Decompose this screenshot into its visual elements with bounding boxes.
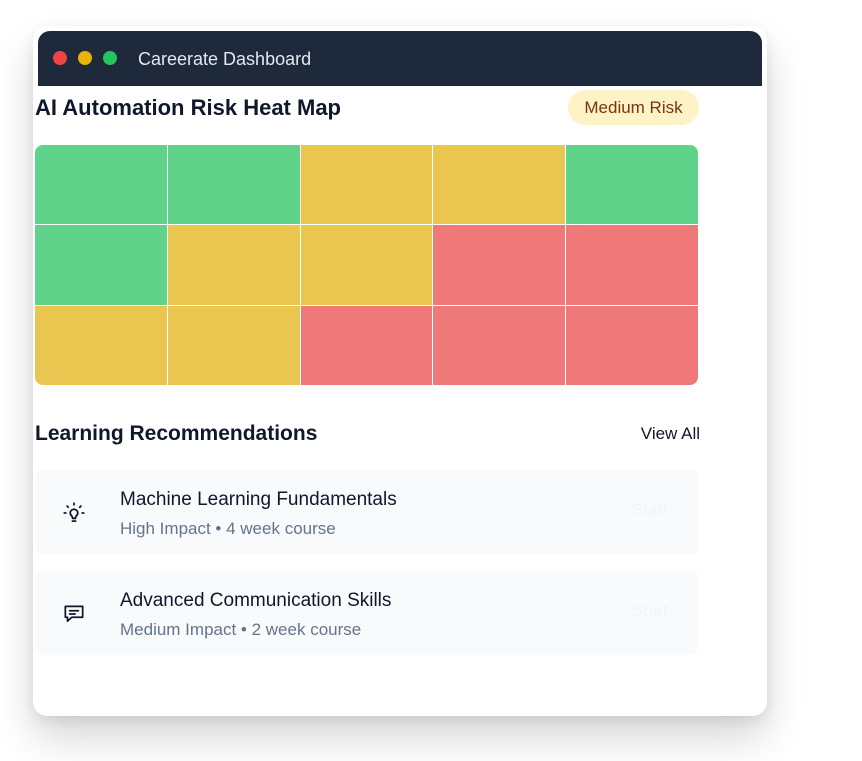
course-meta: Medium Impact • 2 week course (120, 620, 362, 639)
heatmap-cell-medium (433, 145, 566, 225)
heatmap-cell-high (566, 225, 698, 305)
view-all-link[interactable]: View All (620, 422, 700, 446)
recommendation-card[interactable]: Machine Learning Fundamentals High Impac… (35, 470, 698, 554)
title-bar: Careerate Dashboard (38, 31, 762, 86)
recommendations-title: Learning Recommendations (35, 422, 318, 445)
heatmap-cell-low (35, 145, 167, 225)
heatmap-cell-medium (300, 145, 433, 225)
course-meta: High Impact • 4 week course (120, 519, 336, 538)
heatmap-cell-low (566, 145, 698, 225)
heatmap-title: AI Automation Risk Heat Map (35, 95, 341, 120)
start-course-button[interactable]: Start (632, 601, 668, 621)
heatmap-cell-medium (35, 305, 167, 385)
maximize-window-button[interactable] (103, 51, 117, 65)
heatmap-cell-high (566, 305, 698, 385)
heatmap-cell-high (433, 225, 566, 305)
heatmap-cell-high (300, 305, 433, 385)
heatmap-cell-medium (300, 225, 433, 305)
close-window-button[interactable] (53, 51, 67, 65)
recommendation-card[interactable]: Advanced Communication Skills Medium Imp… (35, 571, 698, 655)
course-name: Machine Learning Fundamentals (120, 489, 397, 510)
app-title: Careerate Dashboard (138, 49, 312, 69)
heatmap-cell-low (167, 145, 300, 225)
risk-level-badge: Medium Risk (568, 90, 699, 125)
heatmap-cell-low (35, 225, 167, 305)
heatmap-cell-medium (167, 305, 300, 385)
start-course-button[interactable]: Start (632, 500, 668, 520)
heatmap-cell-high (433, 305, 566, 385)
risk-heatmap (35, 145, 698, 385)
chat-icon (64, 605, 84, 622)
lightbulb-icon (63, 502, 85, 522)
minimize-window-button[interactable] (78, 51, 92, 65)
course-name: Advanced Communication Skills (120, 590, 392, 611)
heatmap-cell-medium (167, 225, 300, 305)
